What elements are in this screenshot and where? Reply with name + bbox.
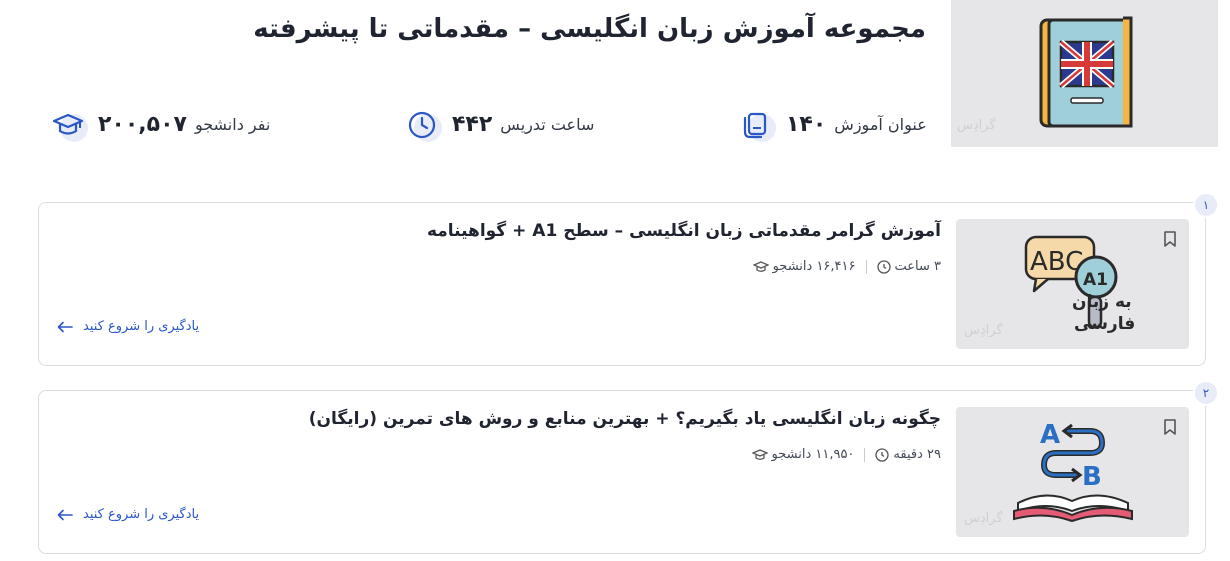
course-title[interactable]: چگونه زبان انگلیسی یاد بگیریم؟ + بهترین … <box>309 409 941 429</box>
start-learning-label: یادگیری را شروع کنید <box>83 319 200 334</box>
thumb-text-line2: فارسی <box>1074 314 1135 334</box>
stat-number: ۱۴۰ <box>786 111 827 137</box>
graduation-cap-icon <box>751 448 768 460</box>
course-students: ۱۶,۴۱۶ دانشجو <box>772 259 856 274</box>
course-index-badge: ۲ <box>1193 380 1219 406</box>
arrow-left-icon <box>57 321 73 332</box>
course-students: ۱۱,۹۵۰ دانشجو <box>771 447 855 462</box>
course-duration: ۲۹ دقیقه <box>893 447 941 462</box>
stat-number: ۴۴۲ <box>452 111 493 137</box>
svg-text:A: A <box>1040 420 1060 450</box>
clock-icon <box>876 259 891 274</box>
thumb-text-line1: به زبان <box>1072 292 1132 312</box>
start-learning-link[interactable]: یادگیری را شروع کنید <box>57 507 199 522</box>
stat-label: ساعت تدریس <box>500 114 595 134</box>
course-card[interactable]: ABC A1 به زبان فارسی گرادِس آموزش گرامر … <box>38 202 1206 366</box>
arrow-left-icon <box>57 509 73 520</box>
bookmark-icon[interactable] <box>1163 231 1177 251</box>
clock-icon <box>404 104 444 144</box>
course-index-badge: ۱ <box>1193 192 1219 218</box>
stat-label: عنوان آموزش <box>834 114 927 134</box>
thumb-watermark: گرادِس <box>964 511 1003 526</box>
start-learning-label: یادگیری را شروع کنید <box>83 507 200 522</box>
course-meta: ۱۶,۴۱۶ دانشجو ۳ ساعت <box>752 259 942 274</box>
bookmark-icon[interactable] <box>1163 419 1177 439</box>
start-learning-link[interactable]: یادگیری را شروع کنید <box>57 319 199 334</box>
course-meta: ۱۱,۹۵۰ دانشجو ۲۹ دقیقه <box>751 447 941 462</box>
stat-label: نفر دانشجو <box>194 114 271 134</box>
graduation-cap-icon <box>752 260 769 272</box>
courses-icon <box>738 104 778 144</box>
thumb-watermark: گرادِس <box>964 323 1003 338</box>
stat-hours: ۴۴۲ ساعت تدریس <box>404 104 594 144</box>
collection-cover-image: گرادِس <box>951 0 1218 147</box>
svg-text:A1: A1 <box>1083 270 1108 290</box>
stat-number: ۲۰۰,۵۰۷ <box>98 111 187 137</box>
clock-icon <box>875 447 890 462</box>
course-thumbnail[interactable]: ABC A1 به زبان فارسی گرادِس <box>956 219 1189 349</box>
course-thumbnail[interactable]: A B گرادِس <box>956 407 1189 537</box>
page-title: مجموعه آموزش زبان انگلیسی – مقدماتی تا پ… <box>253 14 926 44</box>
stat-students: ۲۰۰,۵۰۷ نفر دانشجو <box>50 104 270 144</box>
collection-stats: ۱۴۰ عنوان آموزش ۴۴۲ ساعت تدریس ۲۰۰,۵۰۷ ن… <box>0 104 951 148</box>
course-title[interactable]: آموزش گرامر مقدماتی زبان انگلیسی – سطح A… <box>427 221 941 241</box>
graduation-cap-icon <box>50 104 90 144</box>
stat-courses: ۱۴۰ عنوان آموزش <box>738 104 927 144</box>
svg-text:B: B <box>1082 462 1102 492</box>
image-watermark: گرادِس <box>957 118 996 133</box>
course-duration: ۳ ساعت <box>894 259 942 274</box>
course-card[interactable]: A B گرادِس چگونه زبان انگلیسی یاد بگیریم… <box>38 390 1206 554</box>
